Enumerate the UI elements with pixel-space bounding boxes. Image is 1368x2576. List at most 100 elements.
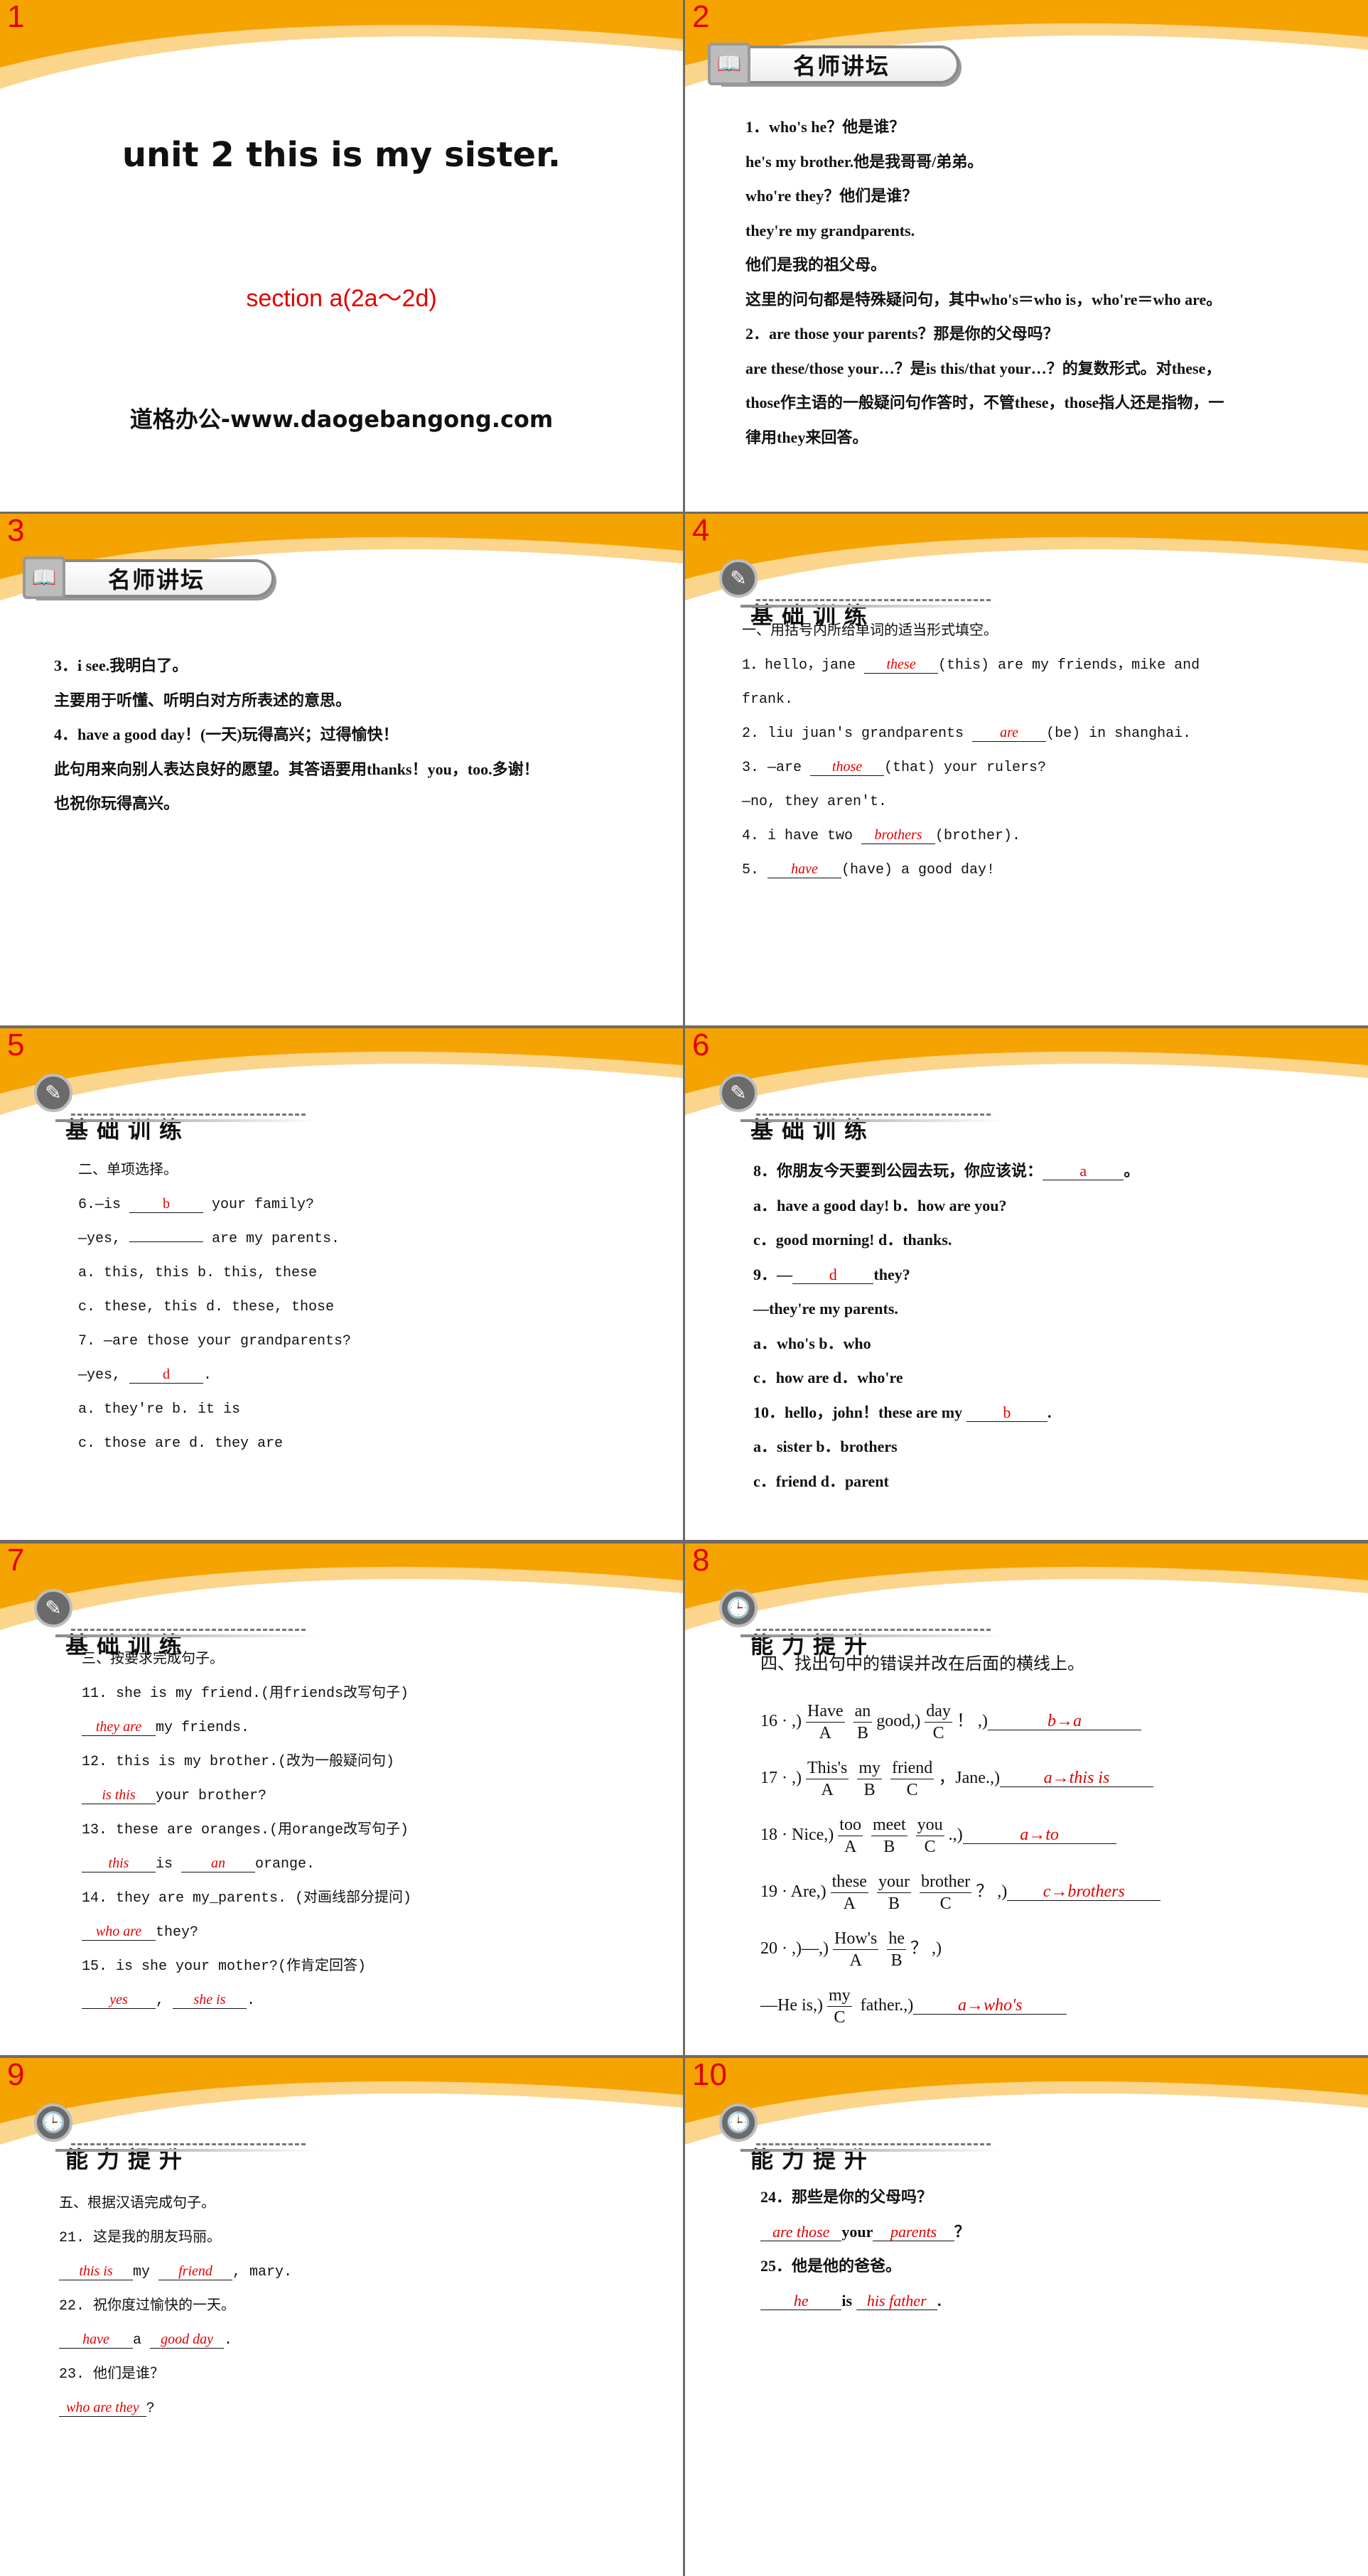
text-segment: 21. 这是我的朋友玛丽。	[59, 2230, 222, 2246]
slide-6[interactable]: 6 ✎ 基础训练 8．你朋友今天要到公园去玩，你应该说： a。 a．have a good…	[685, 1028, 1368, 1540]
text-segment: are my parents.	[203, 1231, 340, 1247]
text-line: 一、用括号内所给单词的适当形式填空。	[742, 615, 1200, 649]
section-badge: 📖 名师讲坛	[23, 556, 274, 599]
section-badge: ✎ 基础训练	[34, 1589, 318, 1659]
text-segment: 1．hello，jane	[742, 657, 865, 674]
slide-5[interactable]: 5 ✎ 基础训练二、单项选择。 6.—is b your family? —yes, a…	[0, 1028, 683, 1540]
text-line: 25．他是他的爸爸。	[760, 2249, 970, 2284]
text-line: 3．i see.我明白了。	[54, 649, 539, 684]
answer-blank: have	[59, 2331, 133, 2349]
answer-blank: b	[129, 1195, 204, 1213]
option-letter: B	[883, 1837, 895, 1856]
text-segment: .	[224, 2332, 233, 2349]
pencil-icon: ✎	[719, 559, 758, 598]
text-line: 4. i have two brothers (brother).	[742, 819, 1200, 853]
text-segment: 19 · Are,)	[760, 1882, 826, 1901]
underlined-option: day C	[925, 1701, 952, 1744]
answer-blank: c→brothers	[1007, 1883, 1161, 1901]
text-line: —He is,) my C father.,) a→who's	[760, 1977, 1160, 2034]
text-segment: father.,)	[856, 1996, 914, 2015]
text-segment: , mary.	[232, 2264, 293, 2280]
text-segment: (brother).	[935, 828, 1021, 844]
text-line: 11. she is my friend.(用friends改写句子)	[82, 1677, 411, 1711]
option-word: you	[915, 1814, 944, 1836]
text-line: 17 · ,) This's Amy Bfriend C ，Jane.,) a→this i…	[760, 1750, 1160, 1806]
slide-4[interactable]: 4 ✎ 基础训练 一、用括号内所给单词的适当形式填空。 1．hello，jane the…	[685, 514, 1368, 1025]
text-line: yes, she is.	[82, 1984, 411, 2018]
underlined-option: my C	[826, 1985, 852, 2028]
text-line: 10．hello，john！these are my b.	[753, 1396, 1139, 1430]
text-line: 20 · ,)—,) How's Ahe B？ ,)	[760, 1920, 1160, 1977]
slide-8[interactable]: 8 🕒 能力提升 四、找出句中的错误并改在后面的横线上。 16 · ,) Have Aan B…	[685, 1543, 1368, 2055]
text-segment: 20 · ,)—,)	[760, 1939, 829, 1958]
answer-blank: she is	[173, 1991, 247, 2009]
text-line: 此句用来向别人表达良好的愿望。其答语要用thanks！you，too.多谢！	[54, 753, 539, 787]
text-segment: who're they？他们是谁？	[745, 187, 918, 205]
text-line: —yes, are my parents.	[78, 1222, 351, 1256]
slide-7[interactable]: 7 ✎ 基础训练 三、按要求完成句子。 11. she is my friend.(用f…	[0, 1543, 683, 2055]
underlined-option: friend C	[890, 1757, 935, 1801]
section-badge: ✎ 基础训练	[34, 1074, 318, 1143]
text-line: 19 · Are,) these Ayour Bbrother C？ ,) c→broth…	[760, 1863, 1161, 1920]
text-segment: c. these, this d. these, those	[78, 1299, 335, 1315]
text-line: are those your parents？	[760, 2215, 970, 2250]
text-line: 14. they are my_parents. (对画线部分提问)	[82, 1882, 411, 1916]
text-line: —yes, d.	[78, 1359, 351, 1393]
slide-number: 3	[7, 514, 25, 548]
text-segment: —no, they aren't.	[742, 794, 888, 810]
slide-3[interactable]: 3 📖 名师讲坛 3．i see.我明白了。 主要用于听懂、听明白对方所表述的意思。 4．…	[0, 514, 683, 1025]
option-word: Have	[805, 1701, 845, 1723]
underlined-option: your B	[876, 1871, 911, 1914]
text-segment: 1．who's he？他是谁？	[745, 118, 905, 136]
text-segment: your family?	[203, 1197, 315, 1213]
text-line: he's my brother.他是我哥哥/弟弟。	[745, 145, 1224, 180]
text-segment: 4. i have two	[742, 828, 862, 844]
text-segment: .	[1047, 1403, 1052, 1421]
text-segment: —He is,)	[760, 1996, 823, 2015]
answer-blank: brothers	[861, 826, 936, 844]
text-line: 18 · Nice,) too Ameet Byou C.,) a→to	[760, 1806, 1160, 1863]
text-segment: (this) are my friends，mike and	[938, 657, 1200, 674]
pencil-icon: ✎	[34, 1074, 72, 1112]
text-line: is this your brother?	[82, 1779, 411, 1814]
text-segment: 9．—	[753, 1265, 793, 1283]
text-segment: orange.	[255, 1856, 316, 1872]
text-segment: 6.—is	[78, 1197, 130, 1213]
slide-content: 3．i see.我明白了。 主要用于听懂、听明白对方所表述的意思。 4．have a…	[54, 649, 539, 821]
text-segment: 7. —are those your grandparents?	[78, 1333, 352, 1349]
option-letter: C	[906, 1780, 918, 1799]
text-segment: 4．have a good day！(一天)玩得高兴；过得愉快！	[54, 726, 399, 743]
clock-icon: 🕒	[719, 2103, 758, 2142]
text-segment: 此句用来向别人表达良好的愿望。其答语要用thanks！you，too.多谢！	[54, 760, 539, 778]
slide-2[interactable]: 2 📖 名师讲坛 1．who's he？他是谁？ he's my brother.他是我…	[685, 0, 1368, 512]
option-word: friend	[890, 1757, 935, 1779]
slide-10[interactable]: 10 🕒 能力提升 24．那些是你的父母吗？ are those your parents？…	[685, 2058, 1368, 2576]
text-line: 二、单项选择。	[78, 1154, 351, 1188]
underlined-option: Have A	[805, 1701, 845, 1744]
slide-number: 4	[692, 514, 710, 548]
text-line: this is an orange.	[82, 1848, 411, 1882]
text-line: 1．hello，jane these (this) are my friends，…	[742, 649, 1200, 683]
clock-icon: 🕒	[34, 2103, 72, 2142]
text-line: 3. —are those (that) your rulers?	[742, 751, 1200, 785]
answer-blank: an	[181, 1855, 256, 1872]
slide-number: 5	[7, 1028, 25, 1062]
section-badge: ✎ 基础训练	[719, 559, 1003, 629]
text-segment: 16 · ,)	[760, 1712, 802, 1730]
slide-1[interactable]: 1 unit 2 this is my sister. section a(2a…	[0, 0, 683, 512]
text-line: 7. —are those your grandparents?	[78, 1325, 351, 1359]
underlined-option: an B	[853, 1701, 873, 1744]
option-word: an	[853, 1701, 873, 1723]
text-line: c．friend d．parent	[753, 1465, 1139, 1499]
text-segment: your brother?	[156, 1788, 267, 1804]
text-line: c. these, this d. these, those	[78, 1290, 351, 1325]
option-letter: B	[856, 1723, 868, 1742]
text-line: 24．那些是你的父母吗？	[760, 2180, 970, 2215]
answer-blank: a→this is	[999, 1769, 1153, 1787]
text-segment: 18 · Nice,)	[760, 1826, 834, 1844]
text-line: who're they？他们是谁？	[745, 179, 1224, 214]
text-segment: 二、单项选择。	[78, 1163, 178, 1179]
answer-blank: who are	[82, 1923, 156, 1941]
slide-9[interactable]: 9 🕒 能力提升 五、根据汉语完成句子。 21. 这是我的朋友玛丽。 this is my …	[0, 2058, 683, 2576]
text-segment: ，Jane.,)	[938, 1769, 1000, 1787]
